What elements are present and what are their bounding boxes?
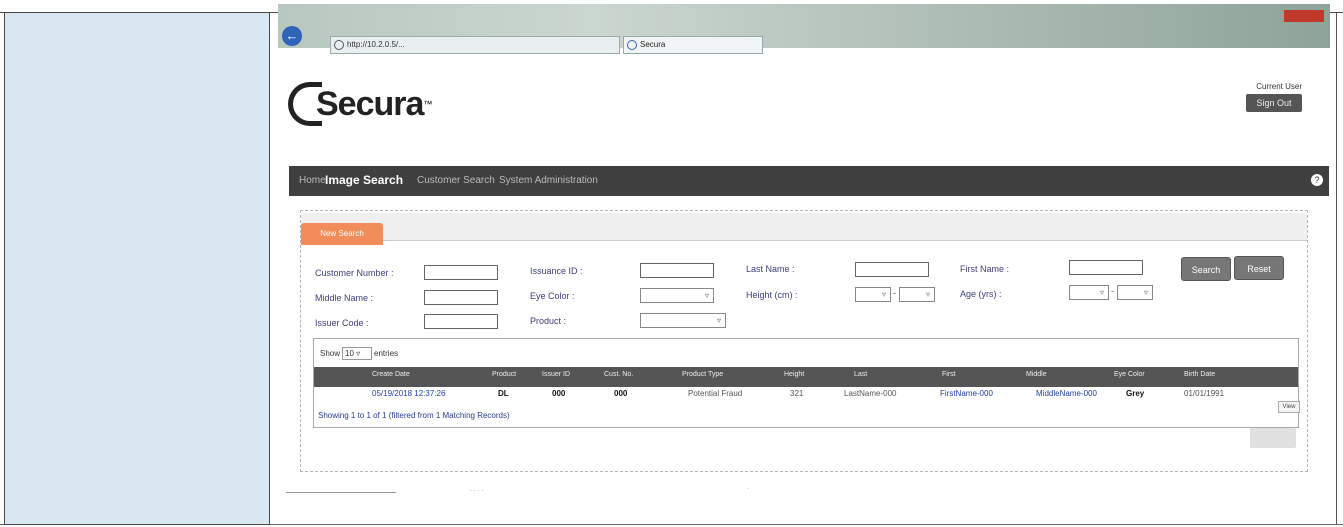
issuer-code-input[interactable] <box>424 314 498 329</box>
issuance-id-input[interactable] <box>640 263 714 278</box>
nav-system-administration[interactable]: System Administration <box>499 175 598 186</box>
help-icon[interactable]: ? <box>1311 174 1323 186</box>
age-label: Age (yrs) : <box>960 289 1002 299</box>
col-birth-date[interactable]: Birth Date <box>1184 371 1215 378</box>
col-create-date[interactable]: Create Date <box>372 371 410 378</box>
eye-color-select[interactable]: ▿ <box>640 288 714 303</box>
height-min-select[interactable]: ▿ <box>855 287 891 302</box>
cell-issuer-id: 000 <box>552 389 566 398</box>
cell-birth-date: 01/01/1991 <box>1184 389 1225 398</box>
search-tabbar: New Search <box>301 213 1307 245</box>
issuance-id-label: Issuance ID : <box>530 266 583 276</box>
right-border <box>1336 12 1337 524</box>
current-user-label: Current User <box>1256 82 1302 91</box>
cell-height: 321 <box>790 389 804 398</box>
results-panel: Show 10 ▿ entries Create Date Product Is… <box>313 338 1300 428</box>
nav-home[interactable]: Home <box>299 175 326 186</box>
col-middle[interactable]: Middle <box>1026 371 1047 378</box>
customer-number-label: Customer Number : <box>315 268 394 278</box>
secura-logo: Secura ™ <box>288 82 432 126</box>
middle-name-label: Middle Name : <box>315 293 374 303</box>
age-max-select[interactable]: ▿ <box>1117 285 1153 300</box>
tab-new-search[interactable]: New Search <box>301 223 383 245</box>
page-length-select[interactable]: 10 ▿ <box>342 347 373 360</box>
page-icon <box>334 40 344 50</box>
address-text: http://10.2.0.5/... <box>347 40 405 49</box>
height-max-select[interactable]: ▿ <box>899 287 935 302</box>
last-name-label: Last Name : <box>746 264 795 274</box>
export-button[interactable] <box>1250 428 1296 448</box>
show-label: Show <box>320 349 341 358</box>
product-select[interactable]: ▿ <box>640 313 726 328</box>
main-nav: Home Image Search Customer Search System… <box>289 166 1329 196</box>
entries-label: entries <box>374 349 399 358</box>
left-panel <box>4 12 270 525</box>
cell-product: DL <box>498 389 509 398</box>
height-dash: - <box>893 288 896 298</box>
product-label: Product : <box>530 316 567 326</box>
tab-icon <box>627 40 637 50</box>
col-height[interactable]: Height <box>784 371 804 378</box>
cell-create-date[interactable]: 05/19/2018 12:37:26 <box>372 389 445 398</box>
age-dash: - <box>1111 286 1114 296</box>
search-button[interactable]: Search <box>1181 257 1231 281</box>
page-length-value: 10 <box>345 349 354 358</box>
age-min-select[interactable]: ▿ <box>1069 285 1109 300</box>
issuer-code-label: Issuer Code : <box>315 318 369 328</box>
cell-last-name: LastName-000 <box>844 389 897 398</box>
sign-out-button[interactable]: Sign Out <box>1246 94 1302 112</box>
address-bar[interactable]: http://10.2.0.5/... <box>330 36 620 54</box>
nav-image-search[interactable]: Image Search <box>325 173 403 187</box>
customer-number-input[interactable] <box>424 265 498 280</box>
logo-trademark: ™ <box>423 99 433 109</box>
cell-eye-color: Grey <box>1126 389 1145 398</box>
cell-middle-name: MiddleName-000 <box>1036 389 1097 398</box>
col-issuer-id[interactable]: Issuer ID <box>542 371 570 378</box>
logo-text: Secura <box>316 84 424 123</box>
view-button[interactable]: View <box>1278 401 1300 413</box>
first-name-input[interactable] <box>1069 260 1143 275</box>
middle-name-input[interactable] <box>424 290 498 305</box>
page-length-control: Show 10 ▿ entries <box>320 347 398 360</box>
col-product-type[interactable]: Product Type <box>682 371 723 378</box>
footer-rule <box>286 492 396 493</box>
browser-tab[interactable]: Secura <box>623 36 763 54</box>
close-window-icon[interactable] <box>1284 10 1324 22</box>
cell-first-name: FirstName-000 <box>940 389 993 398</box>
col-first[interactable]: First <box>942 371 956 378</box>
nav-customer-search[interactable]: Customer Search <box>417 175 495 186</box>
back-button[interactable]: ← <box>282 26 302 46</box>
height-label: Height (cm) : <box>746 290 798 300</box>
first-name-label: First Name : <box>960 264 1010 274</box>
cell-product-type: Potential Fraud <box>688 389 743 398</box>
footer-mark-2: . <box>747 484 749 491</box>
reset-button[interactable]: Reset <box>1234 256 1284 280</box>
last-name-input[interactable] <box>855 262 929 277</box>
user-area: Current User Sign Out <box>1246 82 1302 112</box>
showing-info: Showing 1 to 1 of 1 (filtered from 1 Mat… <box>318 411 510 420</box>
browser-titlebar: ← http://10.2.0.5/... Secura <box>278 4 1330 54</box>
col-cust-no[interactable]: Cust. No. <box>604 371 633 378</box>
col-eye-color[interactable]: Eye Color <box>1114 371 1145 378</box>
eye-color-label: Eye Color : <box>530 291 575 301</box>
footer-mark: . . . . <box>470 486 484 493</box>
col-last[interactable]: Last <box>854 371 867 378</box>
cell-cust-no: 000 <box>614 389 628 398</box>
col-product[interactable]: Product <box>492 371 516 378</box>
table-header: Create Date Product Issuer ID Cust. No. … <box>314 367 1298 387</box>
scanned-page: ← http://10.2.0.5/... Secura Secura ™ Cu… <box>0 0 1343 527</box>
tab-title: Secura <box>640 40 666 49</box>
table-row[interactable]: 05/19/2018 12:37:26 DL 000 000 Potential… <box>314 387 1298 401</box>
